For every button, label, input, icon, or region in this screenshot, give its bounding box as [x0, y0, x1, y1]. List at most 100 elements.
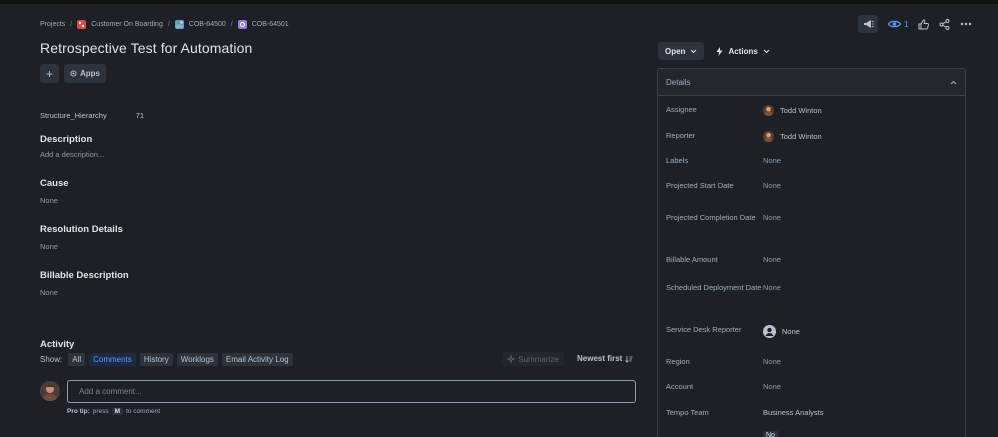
filter-history[interactable]: History	[139, 353, 173, 366]
scheduled-deployment-date-value[interactable]: None	[763, 283, 781, 293]
summarize-button[interactable]: Summarize	[502, 352, 564, 366]
assignee-name: Todd Winton	[780, 105, 822, 115]
detail-label: Service Desk Reporter	[666, 325, 742, 334]
breadcrumb-parent[interactable]: COB-64500	[174, 20, 226, 29]
plus-icon: +	[45, 66, 53, 81]
billable-description-value[interactable]: None	[40, 288, 58, 297]
filter-email-activity-log[interactable]: Email Activity Log	[221, 353, 293, 366]
issue-action-row: + Apps	[40, 64, 106, 83]
actions-label: Actions	[728, 46, 758, 56]
labels-value[interactable]: None	[763, 156, 781, 166]
breadcrumb-current[interactable]: COB-64501	[237, 20, 289, 29]
sort-label: Newest first	[577, 354, 623, 363]
cut-off-value[interactable]: No	[763, 431, 778, 437]
top-bar	[0, 0, 998, 4]
show-label: Show:	[40, 355, 63, 364]
description-heading: Description	[40, 134, 93, 145]
protip-key: M	[111, 408, 124, 415]
filter-worklogs[interactable]: Worklogs	[176, 353, 218, 366]
billable-amount-value[interactable]: None	[763, 255, 781, 265]
detail-row-labels: Labels None	[666, 156, 956, 166]
detail-row-tempo-team: Tempo Team Business Analysts	[666, 408, 956, 418]
assignee-value[interactable]: Todd Winton	[763, 105, 822, 116]
status-button[interactable]: Open	[658, 42, 705, 60]
actions-button[interactable]: Actions	[709, 42, 776, 60]
detail-row-projected-completion-date: Projected Completion Date None	[666, 213, 956, 223]
activity-heading: Activity	[40, 339, 75, 350]
apps-icon	[70, 70, 77, 77]
detail-row-cut-off: No	[666, 431, 956, 437]
billable-description-heading: Billable Description	[40, 270, 129, 281]
issue-title[interactable]: Retrospective Test for Automation	[40, 40, 252, 56]
summarize-label: Summarize	[518, 354, 559, 364]
more-icon[interactable]	[960, 15, 972, 33]
reporter-name: Todd Winton	[780, 131, 822, 141]
reporter-value[interactable]: Todd Winton	[763, 131, 822, 142]
breadcrumb-separator: /	[230, 21, 233, 28]
description-value[interactable]: Add a description...	[40, 150, 104, 159]
breadcrumb-project-label: Customer On Boarding	[91, 21, 163, 28]
projected-start-date-value[interactable]: None	[763, 181, 781, 191]
protip-suffix: to comment	[126, 408, 161, 415]
default-avatar-icon	[763, 325, 776, 338]
detail-row-scheduled-deployment-date: Scheduled Deployment Date None	[666, 283, 956, 293]
issue-toolbar: 1	[858, 15, 972, 33]
watch-button[interactable]: 1	[888, 15, 908, 33]
breadcrumb-current-label: COB-64501	[251, 21, 289, 28]
filter-comments[interactable]: Comments	[89, 353, 136, 366]
current-user-avatar	[40, 381, 60, 401]
detail-label: Reporter	[666, 131, 696, 140]
user-avatar	[763, 131, 774, 142]
chevron-down-icon	[763, 49, 770, 53]
activity-filter-row: Show: All Comments History Worklogs Emai…	[40, 353, 293, 366]
chevron-up-icon	[950, 80, 957, 84]
detail-row-service-desk-reporter: Service Desk Reporter None	[666, 325, 956, 338]
detail-label: Projected Start Date	[666, 181, 734, 190]
structure-hierarchy-label: Structure_Hierarchy	[40, 111, 107, 120]
epic-image-icon	[174, 20, 184, 29]
region-value[interactable]: None	[763, 357, 781, 367]
detail-row-region: Region None	[666, 357, 956, 367]
filter-all[interactable]: All	[68, 353, 86, 366]
breadcrumb-parent-label: COB-64500	[188, 21, 226, 28]
detail-label: Scheduled Deployment Date	[666, 283, 762, 292]
detail-label: Account	[666, 382, 694, 391]
sort-button[interactable]: Newest first	[577, 354, 633, 363]
protip-prefix: Pro tip:	[67, 408, 90, 415]
detail-row-assignee: Assignee Todd Winton	[666, 105, 956, 116]
user-avatar	[763, 105, 774, 116]
cause-heading: Cause	[40, 178, 69, 189]
thumbs-up-icon[interactable]	[918, 15, 930, 33]
service-desk-reporter-value[interactable]: None	[763, 325, 800, 338]
cause-value[interactable]: None	[40, 196, 58, 205]
megaphone-icon[interactable]	[858, 15, 878, 33]
detail-label: Billable Amount	[666, 255, 718, 264]
details-header[interactable]: Details	[658, 69, 965, 96]
resolution-details-heading: Resolution Details	[40, 224, 123, 235]
detail-label: Projected Completion Date	[666, 213, 756, 222]
chevron-down-icon	[691, 49, 697, 53]
share-icon[interactable]	[939, 15, 950, 33]
projected-completion-date-value[interactable]: None	[763, 213, 781, 223]
comment-input[interactable]: Add a comment...	[67, 380, 636, 403]
comment-placeholder: Add a comment...	[79, 387, 142, 396]
sort-icon	[625, 355, 633, 363]
add-button[interactable]: +	[40, 64, 59, 83]
detail-label: Assignee	[666, 105, 697, 114]
protip-press: press	[92, 408, 109, 415]
apps-button[interactable]: Apps	[64, 64, 106, 83]
status-row: Open Actions	[658, 42, 777, 60]
tempo-team-value[interactable]: Business Analysts	[763, 408, 823, 418]
detail-row-account: Account None	[666, 382, 956, 392]
watch-count: 1	[904, 19, 909, 29]
pro-tip: Pro tip: press M to comment	[67, 408, 160, 415]
account-value[interactable]: None	[763, 382, 781, 392]
apps-label: Apps	[80, 69, 100, 78]
breadcrumb-separator: /	[70, 21, 73, 28]
subtask-icon	[237, 20, 247, 29]
breadcrumb-projects[interactable]: Projects	[40, 21, 65, 28]
project-icon	[77, 20, 87, 29]
resolution-details-value[interactable]: None	[40, 242, 58, 251]
breadcrumb-project[interactable]: Customer On Boarding	[77, 20, 163, 29]
structure-hierarchy-value[interactable]: 71	[136, 111, 144, 120]
